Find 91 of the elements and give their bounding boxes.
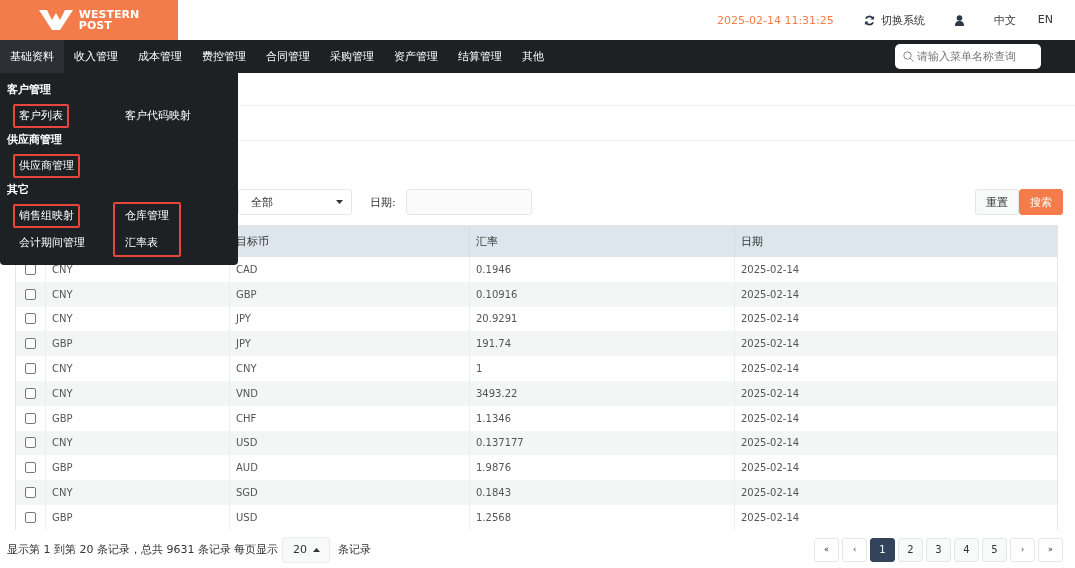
- menu-item[interactable]: 客户列表: [13, 104, 69, 128]
- table-cell: CNY: [229, 356, 469, 381]
- page-button[interactable]: 4: [954, 537, 979, 562]
- table-cell: 2025-02-14: [734, 257, 1057, 282]
- switch-system-link[interactable]: 切换系统: [863, 12, 925, 28]
- record-summary: 显示第 1 到第 20 条记录，总共 9631 条记录 每页显示: [7, 542, 279, 558]
- menu-item[interactable]: 客户代码映射: [119, 104, 197, 128]
- row-checkbox[interactable]: [25, 412, 36, 424]
- row-checkbox[interactable]: [25, 338, 36, 350]
- table-cell: CAD: [229, 257, 469, 282]
- table-cell: 2025-02-14: [734, 430, 1057, 456]
- table-cell: CNY: [45, 281, 229, 307]
- records-label: 条记录: [338, 542, 372, 558]
- nav-tab[interactable]: 其他: [512, 40, 554, 73]
- table-cell: 0.10916: [469, 281, 734, 307]
- table-cell: 0.1843: [469, 480, 734, 505]
- refresh-icon: [863, 14, 875, 26]
- menu-section-title: 其它: [7, 182, 29, 198]
- row-checkbox[interactable]: [25, 263, 36, 275]
- table-cell: 0.137177: [469, 430, 734, 456]
- row-checkbox[interactable]: [25, 511, 36, 523]
- table-cell: 2025-02-14: [734, 405, 1057, 431]
- logo-mark-icon: [38, 10, 73, 30]
- table-cell: CNY: [45, 430, 229, 456]
- date-label: 日期:: [370, 194, 396, 210]
- page-button[interactable]: 5: [982, 537, 1007, 562]
- nav-tab[interactable]: 成本管理: [128, 40, 192, 73]
- page-button[interactable]: 3: [926, 537, 951, 562]
- datetime: 2025-02-14 11:31:25: [717, 13, 834, 27]
- menu-section-title: 供应商管理: [7, 132, 62, 148]
- caret-icon: [336, 200, 343, 204]
- page-button[interactable]: 2: [898, 537, 923, 562]
- row-checkbox[interactable]: [25, 487, 36, 499]
- row-checkbox[interactable]: [25, 462, 36, 474]
- menu-section-title: 客户管理: [7, 82, 51, 98]
- menu-item[interactable]: 销售组映射: [13, 204, 80, 228]
- table-cell: 2025-02-14: [734, 504, 1057, 530]
- table-cell: CNY: [45, 480, 229, 505]
- nav-tab[interactable]: 费控管理: [192, 40, 256, 73]
- language-option[interactable]: EN: [1037, 12, 1053, 28]
- table-cell: CNY: [45, 381, 229, 406]
- date-field[interactable]: [405, 189, 532, 215]
- table-cell: 1.2568: [469, 504, 734, 530]
- search-icon: [903, 51, 914, 62]
- nav-tab[interactable]: 采购管理: [320, 40, 384, 73]
- nav-tab[interactable]: 基础资料: [0, 40, 64, 73]
- menu-search-field[interactable]: 请输入菜单名称查询: [895, 44, 1041, 69]
- nav-tab[interactable]: 合同管理: [256, 40, 320, 73]
- row-checkbox[interactable]: [25, 437, 36, 449]
- column-header: 日期: [734, 226, 1057, 257]
- nav-tab[interactable]: 收入管理: [64, 40, 128, 73]
- table-cell: GBP: [45, 504, 229, 530]
- page-button[interactable]: 1: [870, 537, 895, 562]
- table-cell: USD: [229, 430, 469, 456]
- table-cell: CNY: [45, 356, 229, 381]
- menu-item[interactable]: 会计期间管理: [13, 231, 91, 255]
- table-cell: 2025-02-14: [734, 281, 1057, 307]
- table-cell: GBP: [45, 405, 229, 431]
- table-cell: 2025-02-14: [734, 480, 1057, 505]
- column-header: 汇率: [469, 226, 734, 257]
- table-cell: 191.74: [469, 331, 734, 357]
- table-cell: 2025-02-14: [734, 356, 1057, 381]
- language-option[interactable]: 中文: [993, 12, 1016, 28]
- nav-tab[interactable]: 结算管理: [448, 40, 512, 73]
- menu-item[interactable]: 供应商管理: [13, 154, 80, 178]
- table-cell: 0.1946: [469, 257, 734, 282]
- table-cell: 2025-02-14: [734, 381, 1057, 406]
- page-size-select[interactable]: 20: [282, 536, 331, 563]
- user-icon[interactable]: [954, 14, 964, 26]
- menu-item[interactable]: 仓库管理: [119, 204, 175, 228]
- row-checkbox[interactable]: [25, 363, 36, 375]
- table-cell: GBP: [229, 281, 469, 307]
- nav-tab[interactable]: 资产管理: [384, 40, 448, 73]
- table-cell: 3493.22: [469, 381, 734, 406]
- row-checkbox[interactable]: [25, 313, 36, 325]
- table-cell: JPY: [229, 331, 469, 357]
- row-checkbox[interactable]: [25, 387, 36, 399]
- menu-item[interactable]: 汇率表: [119, 231, 164, 255]
- table-cell: VND: [229, 381, 469, 406]
- table-cell: 2025-02-14: [734, 331, 1057, 357]
- row-checkbox[interactable]: [25, 288, 36, 300]
- table-cell: 1.1346: [469, 405, 734, 431]
- table-cell: SGD: [229, 480, 469, 505]
- select-field[interactable]: 全部: [238, 189, 352, 215]
- table-cell: 1: [469, 356, 734, 381]
- caret-icon: [312, 547, 320, 552]
- table-cell: CHF: [229, 405, 469, 431]
- table-cell: USD: [229, 504, 469, 530]
- table-cell: GBP: [45, 331, 229, 357]
- logo-text: WESTERN POST: [78, 9, 140, 31]
- reset-button[interactable]: 重置: [975, 189, 1019, 215]
